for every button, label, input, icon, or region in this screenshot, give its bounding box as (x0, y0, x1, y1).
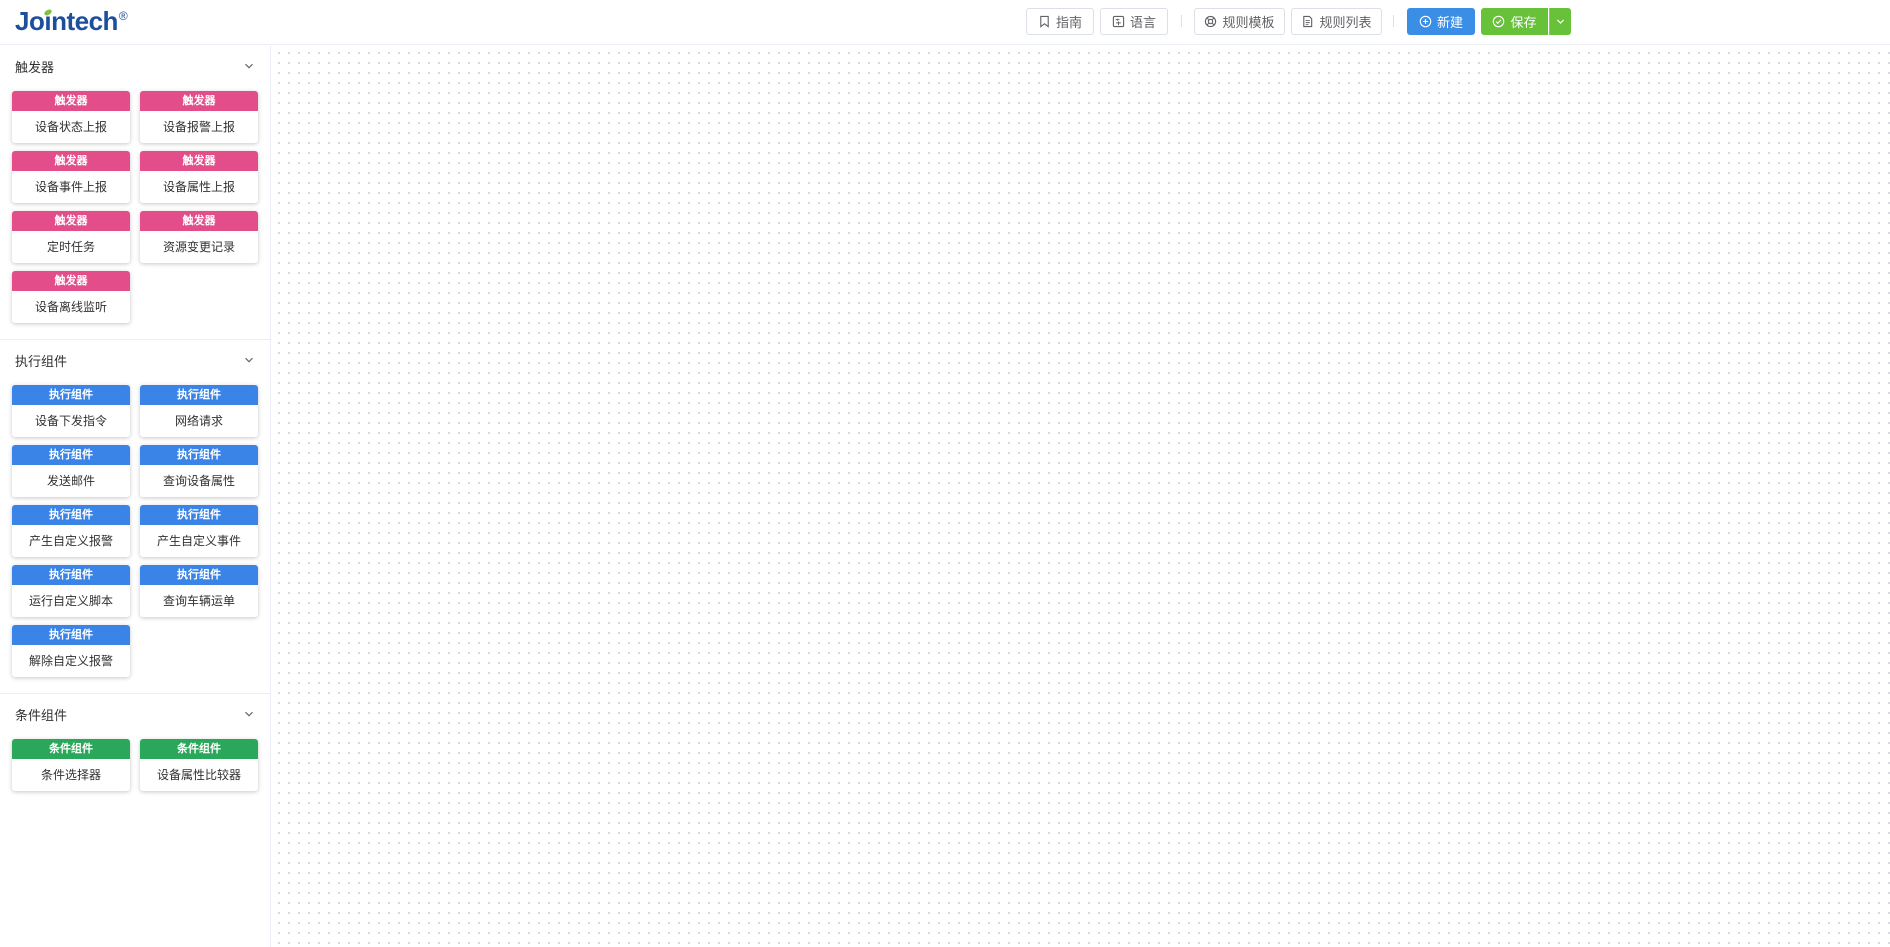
component-label: 查询车辆运单 (162, 594, 235, 608)
section-actions: 执行组件 执行组件 设备下发指令 执行组件 网络请求 执行组件 发送邮件 执行组件 查询设备属性… (0, 340, 270, 694)
component-label: 设备状态上报 (34, 120, 107, 134)
rule-canvas[interactable] (272, 46, 1890, 947)
logo: Jointech® (15, 6, 128, 37)
component-type-tag: 执行组件 (12, 565, 130, 585)
document-icon (1303, 15, 1313, 28)
section-title: 执行组件 (15, 354, 68, 370)
component-label: 条件选择器 (40, 768, 101, 782)
component-card[interactable]: 触发器 定时任务 (12, 211, 130, 263)
component-label: 设备事件上报 (34, 180, 107, 194)
rule-list-label: 规则列表 (1319, 16, 1372, 31)
component-card[interactable]: 执行组件查询设备属性 (140, 445, 258, 497)
component-card[interactable]: 执行组件查询车辆运单 (140, 565, 258, 617)
component-card[interactable]: 触发器 设备事件上报 (12, 151, 130, 203)
chevron-down-icon[interactable] (244, 355, 254, 365)
component-label: 解除自定义报警 (28, 654, 113, 668)
lifebuoy-icon (1205, 15, 1217, 28)
component-card[interactable]: 执行组件产生自定义报警 (12, 505, 130, 557)
component-card[interactable]: 条件组件 条件选择器 (12, 739, 130, 791)
component-card[interactable]: 执行组件运行自定义脚本 (12, 565, 130, 617)
component-label: 运行自定义脚本 (28, 594, 113, 608)
save-button-label: 保存 (1510, 16, 1537, 31)
component-card[interactable]: 触发器 设备状态上报 (12, 91, 130, 143)
guide-button[interactable]: 指南 (1026, 8, 1094, 35)
new-button[interactable]: 新建 (1407, 8, 1475, 35)
toolbar-divider (1393, 15, 1394, 27)
component-type-tag: 条件组件 (140, 739, 258, 759)
section-title: 触发器 (15, 60, 55, 76)
component-card[interactable]: 触发器 资源变更记录 (140, 211, 258, 263)
component-type-tag: 触发器 (12, 91, 130, 111)
section-title: 条件组件 (15, 708, 68, 724)
bookmark-icon (1040, 15, 1049, 28)
component-grid: 执行组件 设备下发指令 执行组件 网络请求 执行组件 发送邮件 执行组件 查询设备属性 执行组件… (0, 380, 270, 693)
rule-templates-button[interactable]: 规则模板 (1194, 8, 1285, 35)
component-palette: 触发器 触发器 设备状态上报 触发器 设备报警上报 触发器 设备事件上报 触发器 设备属性上报触… (0, 46, 271, 947)
chevron-down-icon (1556, 19, 1564, 24)
plus-circle-icon (1419, 15, 1432, 28)
component-label: 设备下发指令 (34, 414, 107, 428)
component-type-tag: 执行组件 (12, 505, 130, 525)
component-label: 设备属性比较器 (156, 768, 241, 782)
component-type-tag: 执行组件 (140, 445, 258, 465)
logo-registered-mark: ® (118, 9, 128, 24)
component-card[interactable]: 触发器 设备属性上报 (140, 151, 258, 203)
component-type-tag: 触发器 (140, 211, 258, 231)
component-card[interactable]: 触发器 设备报警上报 (140, 91, 258, 143)
component-label: 产生自定义事件 (156, 534, 241, 548)
logo-text: Jointech (15, 6, 118, 36)
component-card[interactable]: 执行组件 发送邮件 (12, 445, 130, 497)
component-grid: 触发器 设备状态上报 触发器 设备报警上报 触发器 设备事件上报 触发器 设备属性上报 触发器定… (0, 86, 270, 339)
rule-list-button[interactable]: 规则列表 (1291, 8, 1382, 35)
guide-button-label: 指南 (1055, 16, 1082, 31)
top-bar: Jointech® 指南 语言 规则模板 规则列表 新建 保存 (0, 0, 1890, 45)
section-header[interactable]: 触发器 (0, 46, 270, 86)
component-card[interactable]: 条件组件设备属性比较器 (140, 739, 258, 791)
component-type-tag: 触发器 (12, 271, 130, 291)
component-type-tag: 触发器 (140, 151, 258, 171)
component-card[interactable]: 执行组件产生自定义事件 (140, 505, 258, 557)
section-header[interactable]: 执行组件 (0, 340, 270, 380)
component-label: 查询设备属性 (162, 474, 235, 488)
component-type-tag: 触发器 (140, 91, 258, 111)
component-label: 设备离线监听 (34, 300, 107, 314)
chevron-down-icon[interactable] (244, 61, 254, 71)
component-label: 定时任务 (46, 240, 95, 254)
chevron-down-icon[interactable] (244, 709, 254, 719)
rule-templates-label: 规则模板 (1222, 16, 1275, 31)
component-label: 设备属性上报 (162, 180, 235, 194)
check-circle-icon (1493, 15, 1505, 28)
component-type-tag: 执行组件 (12, 385, 130, 405)
component-card[interactable]: 触发器 设备离线监听 (12, 271, 130, 323)
language-button[interactable]: 语言 (1100, 8, 1168, 35)
language-button-label: 语言 (1129, 16, 1156, 31)
component-grid: 条件组件 条件选择器 条件组件 设备属性比较器 (0, 734, 270, 807)
component-type-tag: 执行组件 (140, 385, 258, 405)
new-button-label: 新建 (1436, 16, 1463, 31)
component-label: 产生自定义报警 (28, 534, 113, 548)
component-type-tag: 触发器 (12, 151, 130, 171)
language-icon (1112, 15, 1125, 28)
component-type-tag: 触发器 (12, 211, 130, 231)
component-label: 网络请求 (174, 414, 223, 428)
component-type-tag: 执行组件 (140, 565, 258, 585)
component-type-tag: 执行组件 (12, 445, 130, 465)
component-type-tag: 执行组件 (12, 625, 130, 645)
toolbar-divider (1181, 15, 1182, 27)
component-card[interactable]: 执行组件 网络请求 (140, 385, 258, 437)
section-header[interactable]: 条件组件 (0, 694, 270, 734)
component-type-tag: 条件组件 (12, 739, 130, 759)
component-card[interactable]: 执行组件设备下发指令 (12, 385, 130, 437)
component-type-tag: 执行组件 (140, 505, 258, 525)
component-card[interactable]: 执行组件解除自定义报警 (12, 625, 130, 677)
section-conditions: 条件组件 条件组件 条件选择器 条件组件 设备属性比较器 (0, 694, 270, 807)
save-button[interactable]: 保存 (1481, 8, 1548, 35)
save-dropdown-button[interactable] (1549, 8, 1571, 35)
component-label: 资源变更记录 (162, 240, 235, 254)
section-triggers: 触发器 触发器 设备状态上报 触发器 设备报警上报 触发器 设备事件上报 触发器 设备属性上报触… (0, 46, 270, 340)
component-label: 发送邮件 (46, 474, 95, 488)
component-label: 设备报警上报 (162, 120, 235, 134)
